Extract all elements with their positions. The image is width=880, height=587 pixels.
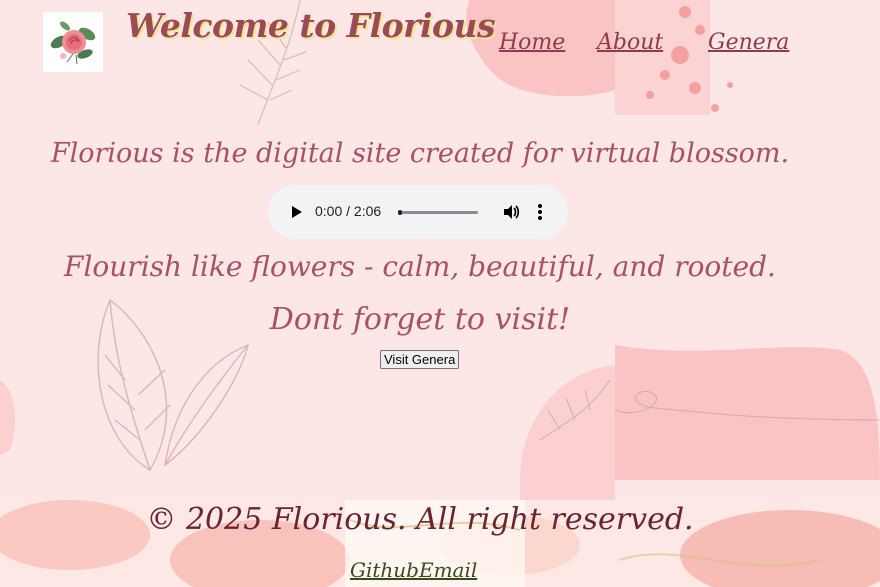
audio-seek-thumb[interactable] — [398, 210, 402, 215]
volume-icon[interactable] — [502, 203, 520, 221]
tagline-text: Flourish like flowers - calm, beautiful,… — [64, 250, 776, 283]
copyright-text: © 2025 Florious. All right reserved. — [146, 502, 694, 537]
visit-genera-button[interactable]: Visit Genera — [380, 350, 460, 369]
site-header: Welcome to Florious Home About Genera — [0, 0, 880, 90]
nav-link-genera[interactable]: Genera — [708, 30, 789, 55]
audio-time: 0:00 / 2:06 — [315, 203, 382, 219]
nav-link-about[interactable]: About — [597, 30, 663, 55]
more-options-icon[interactable] — [536, 202, 544, 222]
nav-link-home[interactable]: Home — [499, 30, 565, 55]
rose-logo-icon — [50, 21, 96, 65]
intro-text: Florious is the digital site created for… — [50, 138, 790, 169]
github-link[interactable]: Github — [350, 558, 419, 582]
play-icon[interactable] — [288, 204, 304, 220]
audio-player[interactable]: 0:00 / 2:06 — [268, 185, 568, 239]
site-footer: © 2025 Florious. All right reserved. Git… — [0, 500, 880, 587]
reminder-text: Dont forget to visit! — [269, 302, 571, 337]
email-link[interactable]: Email — [419, 558, 477, 582]
audio-seek-bar[interactable] — [398, 211, 478, 214]
site-logo[interactable] — [43, 12, 103, 72]
footer-links: GithubEmail — [350, 558, 477, 582]
site-title: Welcome to Florious — [126, 6, 496, 45]
